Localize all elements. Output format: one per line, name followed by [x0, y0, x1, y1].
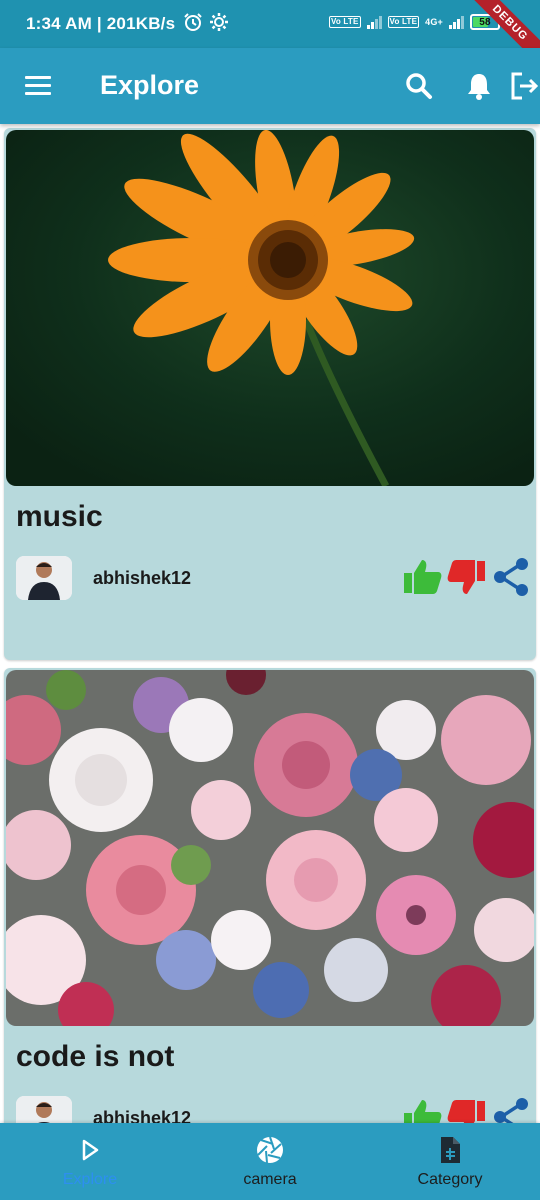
menu-icon[interactable] [20, 70, 56, 102]
signal-strength-icon [366, 15, 382, 29]
like-icon[interactable] [402, 1096, 444, 1124]
nav-label-camera: camera [243, 1171, 297, 1188]
signal-strength-icon-2 [449, 15, 464, 29]
share-icon[interactable] [491, 1096, 533, 1124]
volte-badge: Vo LTE [328, 16, 361, 28]
avatar[interactable] [16, 1096, 72, 1124]
post-card[interactable]: code is not abhishek12 [4, 668, 536, 1124]
dislike-icon[interactable] [445, 1096, 487, 1124]
post-card[interactable]: music abhishek12 [4, 128, 536, 660]
nav-item-explore[interactable]: Explore [0, 1123, 180, 1200]
document-icon [435, 1135, 465, 1165]
status-bar: 1:34 AM | 201KB/s Vo LTE Vo LTE 4G+ 58 D… [0, 0, 540, 72]
post-username[interactable]: abhishek12 [93, 568, 191, 589]
post-image[interactable] [6, 130, 534, 486]
dislike-icon[interactable] [445, 556, 487, 598]
camera-aperture-icon [255, 1135, 285, 1165]
search-icon[interactable] [401, 68, 437, 104]
volte-badge-2: Vo LTE [387, 16, 420, 28]
status-time-speed: 1:34 AM | 201KB/s [26, 14, 176, 33]
nav-label-explore: Explore [62, 1171, 118, 1188]
post-title: code is not [16, 1040, 175, 1073]
status-indicators: Vo LTE Vo LTE 4G+ 58 [328, 14, 500, 30]
post-username[interactable]: abhishek12 [93, 1108, 191, 1124]
battery-level: 58 [479, 16, 491, 28]
nav-item-camera[interactable]: camera [180, 1123, 360, 1200]
nav-item-category[interactable]: Category [360, 1123, 540, 1200]
orange-flower-photo [6, 130, 534, 486]
avatar[interactable] [16, 556, 72, 600]
share-icon[interactable] [491, 556, 533, 598]
app-bar: Explore [0, 48, 540, 124]
page-title: Explore [100, 70, 200, 100]
like-icon[interactable] [402, 556, 444, 598]
post-image[interactable] [6, 670, 534, 1026]
app-screen: 1:34 AM | 201KB/s Vo LTE Vo LTE 4G+ 58 D… [0, 0, 540, 1200]
post-title: music [16, 500, 103, 533]
bell-icon[interactable] [461, 68, 497, 104]
post-feed[interactable]: music abhishek12 code is not abhishek12 [0, 124, 540, 1124]
alarm-icon [183, 12, 203, 37]
flower-bouquet-photo [6, 670, 534, 1026]
bottom-navigation: Explore camera Category [0, 1123, 540, 1200]
network-type: 4G+ [425, 16, 443, 27]
play-icon [75, 1135, 105, 1165]
nav-label-category: Category [417, 1171, 483, 1188]
settings-icon [209, 12, 229, 37]
logout-icon[interactable] [506, 68, 540, 104]
